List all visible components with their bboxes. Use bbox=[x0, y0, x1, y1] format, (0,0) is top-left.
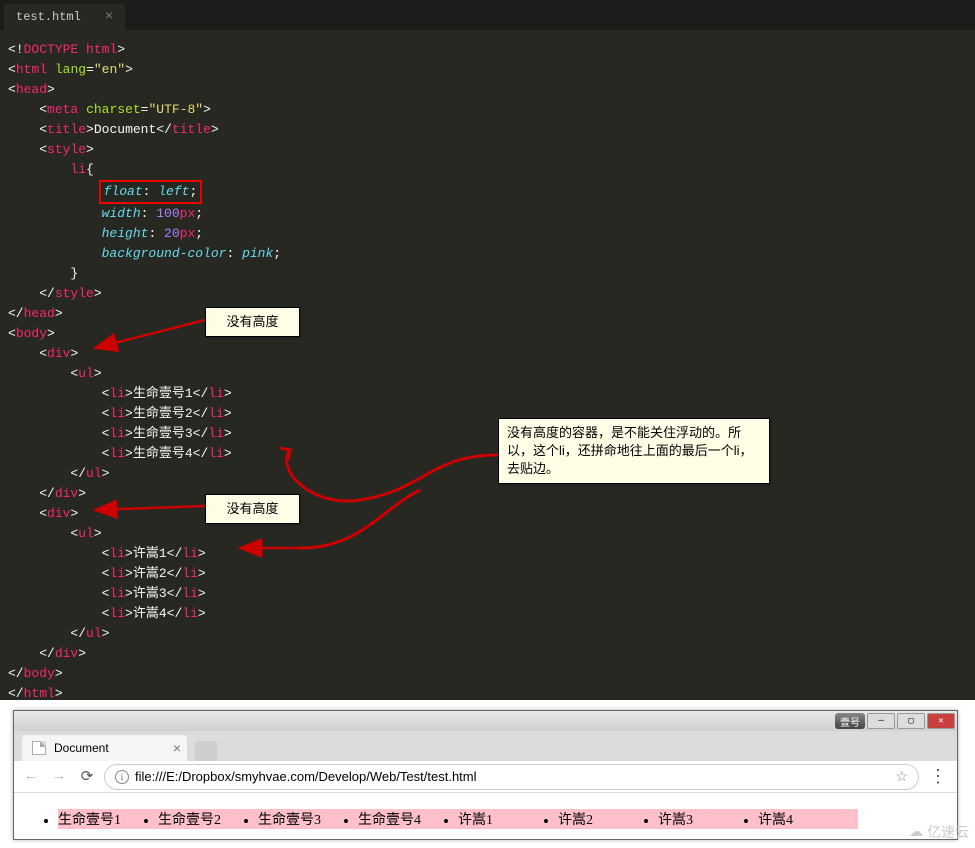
browser-tab-strip: Document × bbox=[14, 731, 957, 761]
list-item: 许嵩4 bbox=[758, 809, 858, 829]
back-button[interactable]: ← bbox=[20, 766, 42, 788]
close-button[interactable]: ✕ bbox=[927, 713, 955, 729]
cloud-icon: ☁ bbox=[909, 824, 923, 841]
highlight-box: float: left; bbox=[99, 180, 203, 204]
minimize-button[interactable]: ─ bbox=[867, 713, 895, 729]
maximize-button[interactable]: ▢ bbox=[897, 713, 925, 729]
callout-no-height-1: 没有高度 bbox=[205, 307, 300, 337]
editor-pane: test.html × <!DOCTYPE html> <html lang="… bbox=[0, 0, 975, 700]
watermark: ☁ 亿速云 bbox=[909, 822, 969, 842]
url-bar-row: ← → ⟳ i file:///E:/Dropbox/smyhvae.com/D… bbox=[14, 761, 957, 793]
browser-titlebar: 壹号 ─ ▢ ✕ bbox=[14, 711, 957, 731]
info-icon[interactable]: i bbox=[115, 770, 129, 784]
close-icon[interactable]: × bbox=[173, 740, 181, 756]
url-text: file:///E:/Dropbox/smyhvae.com/Develop/W… bbox=[135, 769, 889, 784]
tab-filename: test.html bbox=[16, 10, 81, 24]
menu-button[interactable]: ⋮ bbox=[925, 766, 951, 788]
tag-body: body bbox=[16, 326, 47, 341]
callout-no-height-2: 没有高度 bbox=[205, 494, 300, 524]
reload-button[interactable]: ⟳ bbox=[76, 766, 98, 788]
browser-window: 壹号 ─ ▢ ✕ Document × ← → ⟳ i file:///E:/D… bbox=[13, 710, 958, 840]
browser-tab-title: Document bbox=[54, 741, 109, 755]
tag-head: head bbox=[16, 82, 47, 97]
new-tab-button[interactable] bbox=[195, 741, 217, 761]
doctype: DOCTYPE html bbox=[24, 42, 118, 57]
tag-html: html bbox=[16, 62, 47, 77]
badge-icon: 壹号 bbox=[835, 713, 865, 729]
callout-explanation: 没有高度的容器，是不能关住浮动的。所以，这个li，还拼命地往上面的最后一个li，… bbox=[498, 418, 770, 484]
browser-tab[interactable]: Document × bbox=[22, 735, 187, 761]
forward-button[interactable]: → bbox=[48, 766, 70, 788]
file-tab[interactable]: test.html × bbox=[4, 4, 125, 30]
code-area[interactable]: <!DOCTYPE html> <html lang="en"> <head> … bbox=[0, 30, 975, 714]
browser-content: 生命壹号1 生命壹号2 生命壹号3 生命壹号4 许嵩1 许嵩2 许嵩3 许嵩4 bbox=[14, 793, 957, 825]
tab-bar: test.html × bbox=[0, 0, 975, 30]
url-bar[interactable]: i file:///E:/Dropbox/smyhvae.com/Develop… bbox=[104, 764, 919, 790]
star-icon[interactable]: ☆ bbox=[895, 768, 908, 785]
close-icon[interactable]: × bbox=[105, 10, 113, 24]
file-icon bbox=[32, 741, 46, 755]
